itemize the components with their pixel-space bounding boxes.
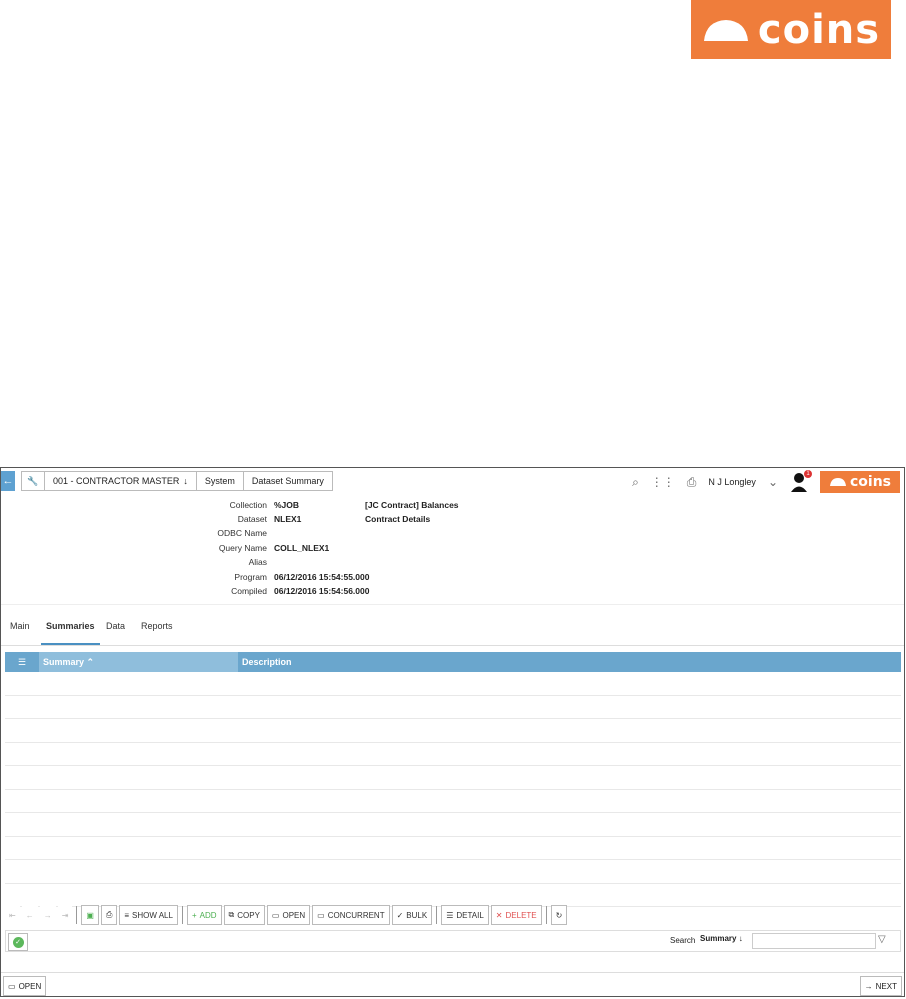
table-row[interactable] (5, 837, 901, 860)
search-icon[interactable]: ⌕ (632, 475, 639, 490)
table-row[interactable] (5, 790, 901, 813)
close-icon: ✕ (495, 910, 503, 920)
table-row[interactable] (5, 860, 901, 884)
top-right-controls: ⌕ ⋮⋮ ⎙ N J Longley ⌄ 1 coins (632, 470, 900, 493)
copy-icon: ⧉ (228, 910, 235, 919)
tab-bar: Main Summaries Data Reports (1, 604, 904, 646)
table-row[interactable] (5, 672, 901, 696)
prev-page-icon[interactable]: ← (21, 906, 38, 924)
info-extra: Contract Details (365, 514, 431, 524)
user-name[interactable]: N J Longley (708, 477, 756, 487)
notification-badge: 1 (804, 470, 812, 478)
info-label: Query Name (218, 543, 267, 553)
detail-icon: ☰ (446, 910, 454, 920)
hardhat-small-icon (829, 478, 846, 486)
plus-icon: + (191, 910, 197, 920)
divider (181, 906, 183, 924)
copy-button[interactable]: ⧉ COPY (223, 905, 265, 925)
breadcrumb: 🔧 001 - CONTRACTOR MASTER ↓ System Datase… (21, 471, 333, 491)
bottom-bar: ▭ OPEN → NEXT (1, 972, 904, 999)
coins-small-logo: coins (820, 471, 900, 493)
tab-data[interactable]: Data (106, 621, 125, 643)
tab-summaries[interactable]: Summaries (41, 621, 100, 645)
bulk-button[interactable]: ✓ BULK (391, 905, 433, 925)
list-icon: ≡ (124, 910, 130, 920)
avatar[interactable]: 1 (790, 470, 812, 492)
table-row[interactable] (5, 719, 901, 743)
tab-reports[interactable]: Reports (141, 621, 173, 643)
confirm-button[interactable]: ✓ (8, 933, 28, 951)
table-row[interactable] (5, 813, 901, 837)
breadcrumb-dataset-summary[interactable]: Dataset Summary (242, 471, 333, 491)
coins-logo: coins (691, 0, 891, 59)
app-window: ← 🔧 001 - CONTRACTOR MASTER ↓ System Data… (0, 467, 905, 997)
info-value: 06/12/2016 15:54:56.000 (274, 586, 370, 596)
folder-icon: ▭ (8, 981, 16, 991)
tab-main[interactable]: Main (10, 621, 30, 643)
divider (76, 906, 78, 924)
info-value: NLEX1 (274, 514, 302, 524)
sort-down-icon: ↓ (183, 476, 188, 486)
search-input[interactable] (752, 933, 876, 949)
sort-up-icon: ⌃ (86, 657, 95, 667)
next-page-icon[interactable]: → (39, 906, 56, 924)
info-value: %JOB (274, 500, 300, 510)
open-button[interactable]: ▭ OPEN (266, 905, 311, 925)
last-page-icon[interactable]: ⇥ (57, 906, 73, 924)
toolbar: ⇤ ← → ⇥ ▣ ⎙ ≡ SHOW ALL + ADD ⧉ COPY ▭ OPEN ▭… (5, 904, 901, 926)
first-page-icon[interactable]: ⇤ (5, 906, 20, 924)
table-row[interactable] (5, 743, 901, 766)
column-summary[interactable]: Summary ⌃ (39, 652, 238, 672)
add-button[interactable]: + ADD (186, 905, 222, 925)
wrench-icon[interactable]: 🔧 (21, 471, 45, 491)
info-label: Collection (229, 500, 267, 510)
hardhat-icon (703, 19, 748, 41)
folder-icon: ▭ (271, 910, 280, 920)
column-menu-icon[interactable]: ☰ (5, 652, 39, 672)
search-field-select[interactable]: Summary ↓ (700, 934, 743, 943)
filter-icon[interactable]: ▽ (878, 934, 896, 945)
info-label: Alias (248, 557, 267, 567)
info-label: Program (234, 572, 267, 582)
info-label: ODBC Name (217, 528, 267, 538)
next-button[interactable]: → NEXT (859, 976, 902, 996)
info-label: Compiled (231, 586, 267, 596)
refresh-icon[interactable]: ↻ (550, 905, 568, 925)
top-bar: ← 🔧 001 - CONTRACTOR MASTER ↓ System Data… (1, 468, 904, 494)
sort-down-icon: ↓ (738, 934, 743, 943)
print-icon[interactable]: ⎙ (687, 475, 697, 490)
chevron-down-icon[interactable]: ⌄ (768, 475, 778, 489)
grid-icon[interactable]: ⋮⋮ (651, 475, 675, 489)
concurrent-button[interactable]: ▭ CONCURRENT (312, 905, 390, 925)
search-label: Search (670, 936, 696, 945)
bottom-open-button[interactable]: ▭ OPEN (3, 976, 47, 996)
show-all-button[interactable]: ≡ SHOW ALL (119, 905, 178, 925)
breadcrumb-system[interactable]: System (195, 471, 244, 491)
summary-grid: ☰ Summary ⌃ Description (5, 652, 901, 907)
info-value: 06/12/2016 15:54:55.000 (274, 572, 370, 582)
back-arrow-icon[interactable]: ← (1, 471, 15, 491)
check-icon: ✓ (396, 910, 404, 920)
breadcrumb-company[interactable]: 001 - CONTRACTOR MASTER ↓ (44, 471, 197, 491)
divider (545, 906, 547, 924)
table-row[interactable] (5, 696, 901, 719)
info-extra: [JC Contract] Balances (365, 500, 459, 510)
detail-button[interactable]: ☰ DETAIL (441, 905, 489, 925)
search-bar: ✓ Search Summary ↓ ▽ (5, 930, 901, 952)
delete-button[interactable]: ✕ DELETE (490, 905, 542, 925)
column-description[interactable]: Description (238, 652, 901, 672)
check-icon: ✓ (12, 936, 24, 948)
small-logo-text: coins (849, 474, 891, 490)
info-value: COLL_NLEX1 (274, 543, 330, 553)
logo-text: coins (757, 6, 881, 53)
grid-header: ☰ Summary ⌃ Description (5, 652, 901, 672)
print-icon[interactable]: ⎙ (100, 905, 118, 925)
concurrent-icon: ▭ (317, 910, 325, 920)
arrow-right-icon: → (864, 981, 873, 991)
excel-icon[interactable]: ▣ (81, 905, 99, 925)
divider (436, 906, 438, 924)
table-row[interactable] (5, 766, 901, 790)
info-label: Dataset (237, 514, 267, 524)
